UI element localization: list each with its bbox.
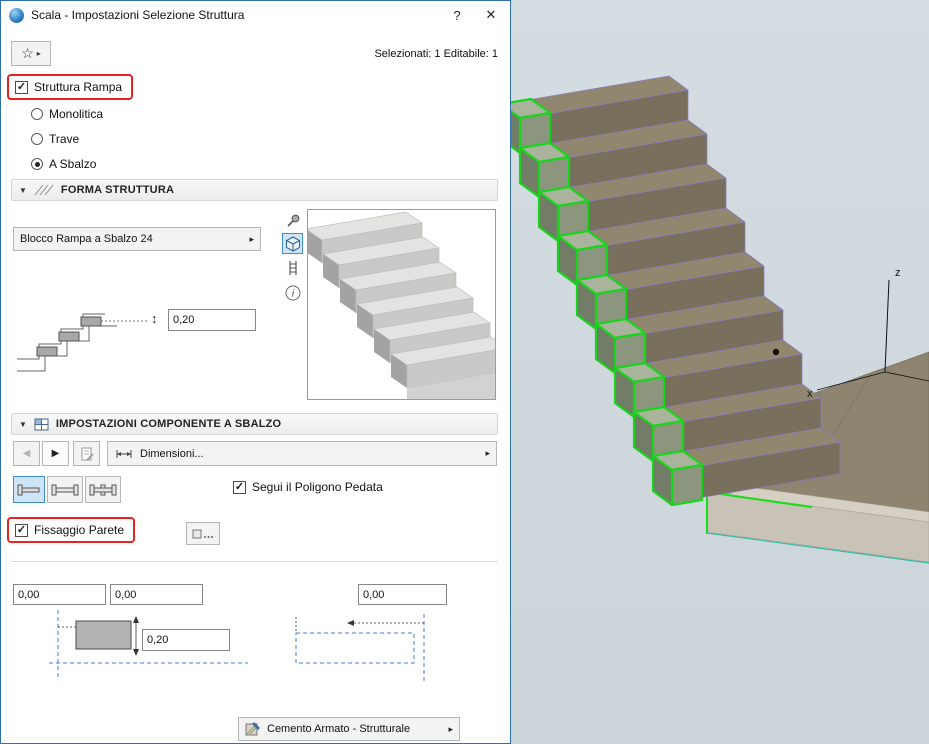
material-value: Cemento Armato - Strutturale — [267, 723, 410, 735]
beam-profile-1-icon — [16, 482, 42, 498]
info-button[interactable]: i — [282, 282, 303, 303]
profile-dropdown[interactable]: Blocco Rampa a Sbalzo 24 ▸ — [13, 227, 261, 251]
material-icon — [245, 721, 261, 737]
cantilever-height-input[interactable] — [142, 629, 230, 651]
favorites-arrow-icon: ▸ — [37, 49, 41, 58]
info-icon: i — [284, 284, 302, 302]
preview-3d-button[interactable] — [282, 233, 303, 254]
segui-poligono-label: Segui il Poligono Pedata — [252, 480, 383, 494]
radio-row-monolitica[interactable]: Monolitica — [31, 107, 103, 121]
close-button[interactable]: ✕ — [474, 2, 508, 28]
beam-profile-option-1[interactable] — [13, 476, 45, 503]
nav-forward-icon: ▶ — [52, 448, 60, 459]
section-view-button[interactable] — [282, 257, 303, 278]
flight-section-icon — [284, 259, 302, 277]
dimension-icon — [114, 447, 134, 461]
struttura-rampa-checkbox[interactable]: ✓ — [15, 81, 28, 94]
wall-fixing-icon — [191, 527, 215, 541]
structure-preview[interactable] — [307, 209, 496, 400]
radio-row-a-sbalzo[interactable]: A Sbalzo — [31, 157, 96, 171]
nav-back-button[interactable]: ◀ — [13, 441, 40, 466]
profile-dropdown-value: Blocco Rampa a Sbalzo 24 — [20, 233, 153, 245]
fissaggio-parete-label: Fissaggio Parete — [34, 523, 124, 537]
componente-title: IMPOSTAZIONI COMPONENTE A SBALZO — [56, 418, 281, 430]
landing-profile-diagram — [284, 609, 439, 689]
material-dropdown[interactable]: Cemento Armato - Strutturale ▸ — [238, 717, 460, 741]
dimensioni-label: Dimensioni... — [140, 448, 204, 460]
check-icon: ✓ — [17, 82, 26, 93]
stair-3d-view[interactable]: z x — [511, 0, 929, 744]
annotation-box-struttura-rampa: ✓ Struttura Rampa — [7, 74, 133, 100]
z-axis-line — [885, 280, 889, 372]
divider — [11, 561, 498, 562]
beam-profile-2-icon — [50, 482, 80, 498]
trave-label: Trave — [49, 132, 79, 146]
offset-c-input[interactable] — [358, 584, 447, 605]
titlebar[interactable]: Scala - Impostazioni Selezione Struttura… — [1, 1, 510, 29]
nav-forward-button[interactable]: ▶ — [42, 441, 69, 466]
forma-struttura-title: FORMA STRUTTURA — [61, 184, 174, 196]
structure-thickness-diagram — [9, 289, 154, 379]
wall-fixing-options-button[interactable] — [186, 522, 220, 545]
hatch-icon — [34, 184, 54, 196]
beam-profile-3-icon — [88, 482, 118, 498]
a-sbalzo-radio[interactable] — [31, 158, 43, 170]
section-header-forma-struttura[interactable]: ▼ FORMA STRUTTURA — [11, 179, 498, 201]
edit-scheme-button[interactable] — [73, 441, 100, 466]
collapse-icon: ▼ — [19, 420, 27, 429]
check-icon: ✓ — [17, 525, 26, 536]
monolitica-radio[interactable] — [31, 108, 43, 120]
axis-z-label: z — [895, 267, 901, 279]
pin-icon — [284, 211, 302, 229]
app-icon — [9, 8, 24, 23]
axis-x-label: x — [807, 388, 813, 400]
offset-a-input[interactable] — [13, 584, 106, 605]
trave-radio[interactable] — [31, 133, 43, 145]
component-grid-icon — [34, 418, 49, 431]
annotation-box-fissaggio-parete: ✓ Fissaggio Parete — [7, 517, 135, 543]
beam-profile-option-3[interactable] — [85, 476, 121, 503]
preview-stairs-image — [308, 210, 495, 399]
offset-b-input[interactable] — [110, 584, 203, 605]
pin-button[interactable] — [282, 209, 303, 230]
dropdown-arrow-icon: ▸ — [448, 724, 453, 735]
star-icon: ☆ — [21, 45, 34, 62]
thickness-input[interactable] — [168, 309, 256, 331]
radio-row-trave[interactable]: Trave — [31, 132, 79, 146]
stair-settings-dialog: Scala - Impostazioni Selezione Struttura… — [0, 0, 511, 744]
favorites-button[interactable]: ☆ ▸ — [11, 41, 51, 66]
edit-sheet-icon — [79, 446, 95, 462]
dropdown-arrow-icon: ▸ — [485, 448, 490, 459]
selection-info: Selezionati: 1 Editabile: 1 — [374, 48, 498, 60]
screen: Scala - Impostazioni Selezione Struttura… — [0, 0, 929, 744]
dialog-title: Scala - Impostazioni Selezione Struttura — [31, 8, 440, 22]
struttura-rampa-label: Struttura Rampa — [34, 80, 122, 94]
monolitica-label: Monolitica — [49, 107, 103, 121]
cube-3d-icon — [284, 235, 302, 253]
beam-profile-option-2[interactable] — [47, 476, 83, 503]
viewport-3d[interactable]: z x — [511, 0, 929, 744]
segui-poligono-row[interactable]: ✓ Segui il Poligono Pedata — [233, 480, 383, 494]
dropdown-arrow-icon: ▸ — [249, 234, 254, 245]
updown-arrow-icon: ↕ — [151, 311, 158, 326]
a-sbalzo-label: A Sbalzo — [49, 157, 96, 171]
help-button[interactable]: ? — [440, 2, 474, 28]
fissaggio-parete-checkbox[interactable]: ✓ — [15, 524, 28, 537]
dimensioni-dropdown[interactable]: Dimensioni... ▸ — [107, 441, 497, 466]
nav-back-icon: ◀ — [23, 448, 31, 459]
stair-reference-point[interactable] — [773, 349, 779, 355]
check-icon: ✓ — [235, 482, 244, 493]
collapse-icon: ▼ — [19, 186, 27, 195]
segui-poligono-checkbox[interactable]: ✓ — [233, 481, 246, 494]
section-header-componente[interactable]: ▼ IMPOSTAZIONI COMPONENTE A SBALZO — [11, 413, 498, 435]
